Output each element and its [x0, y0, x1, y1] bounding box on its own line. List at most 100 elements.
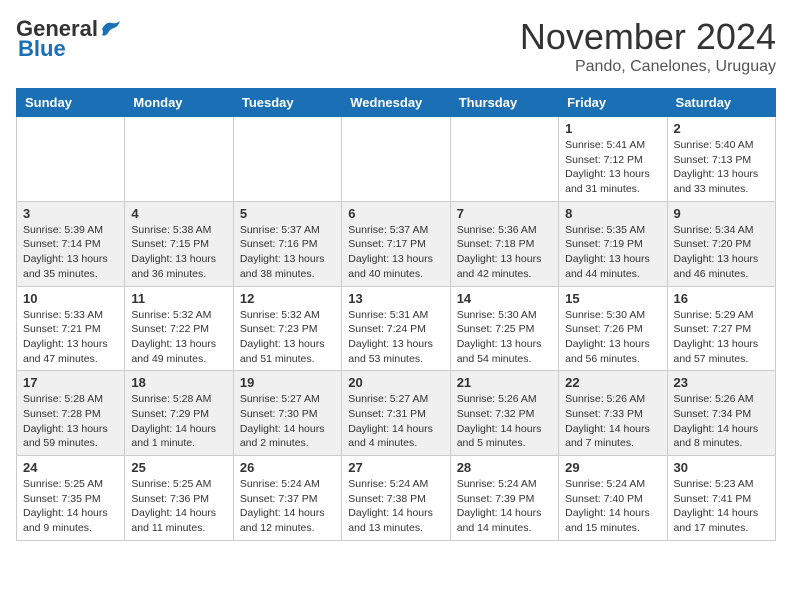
calendar-cell: 19Sunrise: 5:27 AMSunset: 7:30 PMDayligh…	[233, 371, 341, 456]
sunrise-text: Sunrise: 5:24 AM	[240, 477, 335, 492]
sunset-text: Sunset: 7:40 PM	[565, 492, 660, 507]
logo-blue-text: Blue	[18, 36, 66, 62]
sunrise-text: Sunrise: 5:31 AM	[348, 308, 443, 323]
sunset-text: Sunset: 7:26 PM	[565, 322, 660, 337]
sunset-text: Sunset: 7:31 PM	[348, 407, 443, 422]
day-info: Sunrise: 5:30 AMSunset: 7:26 PMDaylight:…	[565, 308, 660, 367]
day-number: 27	[348, 460, 443, 475]
day-number: 1	[565, 121, 660, 136]
sunset-text: Sunset: 7:13 PM	[674, 153, 769, 168]
day-info: Sunrise: 5:25 AMSunset: 7:35 PMDaylight:…	[23, 477, 118, 536]
calendar-week-row-3: 10Sunrise: 5:33 AMSunset: 7:21 PMDayligh…	[17, 286, 776, 371]
day-number: 12	[240, 291, 335, 306]
day-number: 19	[240, 375, 335, 390]
sunrise-text: Sunrise: 5:24 AM	[457, 477, 552, 492]
day-number: 23	[674, 375, 769, 390]
day-info: Sunrise: 5:26 AMSunset: 7:32 PMDaylight:…	[457, 392, 552, 451]
daylight-text: Daylight: 13 hours and 56 minutes.	[565, 337, 660, 366]
sunset-text: Sunset: 7:20 PM	[674, 237, 769, 252]
sunrise-text: Sunrise: 5:35 AM	[565, 223, 660, 238]
day-number: 21	[457, 375, 552, 390]
calendar-cell: 26Sunrise: 5:24 AMSunset: 7:37 PMDayligh…	[233, 456, 341, 541]
sunrise-text: Sunrise: 5:27 AM	[348, 392, 443, 407]
daylight-text: Daylight: 13 hours and 49 minutes.	[131, 337, 226, 366]
calendar-cell	[233, 117, 341, 202]
calendar-cell: 14Sunrise: 5:30 AMSunset: 7:25 PMDayligh…	[450, 286, 558, 371]
day-number: 29	[565, 460, 660, 475]
day-number: 17	[23, 375, 118, 390]
daylight-text: Daylight: 13 hours and 44 minutes.	[565, 252, 660, 281]
calendar-cell: 21 Sunrise: 5:26 AMSunset: 7:32 PMDayligh…	[450, 371, 558, 456]
day-number: 25	[131, 460, 226, 475]
daylight-text: Daylight: 14 hours and 5 minutes.	[457, 422, 552, 451]
day-info: Sunrise: 5:33 AMSunset: 7:21 PMDaylight:…	[23, 308, 118, 367]
location-title: Pando, Canelones, Uruguay	[520, 58, 776, 76]
day-number: 9	[674, 206, 769, 221]
calendar-cell: 6Sunrise: 5:37 AMSunset: 7:17 PMDaylight…	[342, 201, 450, 286]
sunrise-text: Sunrise: 5:28 AM	[23, 392, 118, 407]
daylight-text: Daylight: 13 hours and 42 minutes.	[457, 252, 552, 281]
logo: General Blue	[16, 16, 122, 62]
sunrise-text: Sunrise: 5:33 AM	[23, 308, 118, 323]
sunrise-text: Sunrise: 5:30 AM	[457, 308, 552, 323]
day-info: Sunrise: 5:36 AMSunset: 7:18 PMDaylight:…	[457, 223, 552, 282]
sunrise-text: Sunrise: 5:29 AM	[674, 308, 769, 323]
sunrise-text: Sunrise: 5:26 AM	[565, 392, 660, 407]
sunset-text: Sunset: 7:39 PM	[457, 492, 552, 507]
sunrise-text: Sunrise: 5:32 AM	[131, 308, 226, 323]
sunrise-text: Sunrise: 5:34 AM	[674, 223, 769, 238]
sunset-text: Sunset: 7:12 PM	[565, 153, 660, 168]
day-number: 2	[674, 121, 769, 136]
sunrise-text: Sunrise: 5:26 AM	[457, 392, 552, 407]
day-info: Sunrise: 5:26 AMSunset: 7:33 PMDaylight:…	[565, 392, 660, 451]
daylight-text: Daylight: 14 hours and 4 minutes.	[348, 422, 443, 451]
daylight-text: Daylight: 13 hours and 38 minutes.	[240, 252, 335, 281]
sunset-text: Sunset: 7:14 PM	[23, 237, 118, 252]
calendar-week-row-1: 1 Sunrise: 5:41 AMSunset: 7:12 PMDaylight…	[17, 117, 776, 202]
sunset-text: Sunset: 7:18 PM	[457, 237, 552, 252]
calendar-cell: 23 Sunrise: 5:26 AMSunset: 7:34 PMDayligh…	[667, 371, 775, 456]
day-info: Sunrise: 5:24 AMSunset: 7:39 PMDaylight:…	[457, 477, 552, 536]
day-info: Sunrise: 5:32 AMSunset: 7:23 PMDaylight:…	[240, 308, 335, 367]
day-info: Sunrise: 5:37 AMSunset: 7:16 PMDaylight:…	[240, 223, 335, 282]
day-number: 28	[457, 460, 552, 475]
sunrise-text: Sunrise: 5:25 AM	[23, 477, 118, 492]
day-info: Sunrise: 5:24 AMSunset: 7:38 PMDaylight:…	[348, 477, 443, 536]
daylight-text: Daylight: 14 hours and 8 minutes.	[674, 422, 769, 451]
calendar-cell: 9 Sunrise: 5:34 AMSunset: 7:20 PMDaylight…	[667, 201, 775, 286]
calendar-cell: 24Sunrise: 5:25 AMSunset: 7:35 PMDayligh…	[17, 456, 125, 541]
weekday-header-thursday: Thursday	[450, 89, 558, 117]
calendar-cell: 17 Sunrise: 5:28 AMSunset: 7:28 PMDayligh…	[17, 371, 125, 456]
sunset-text: Sunset: 7:30 PM	[240, 407, 335, 422]
day-number: 3	[23, 206, 118, 221]
calendar-cell: 18Sunrise: 5:28 AMSunset: 7:29 PMDayligh…	[125, 371, 233, 456]
daylight-text: Daylight: 13 hours and 59 minutes.	[23, 422, 118, 451]
calendar-cell: 2Sunrise: 5:40 AMSunset: 7:13 PMDaylight…	[667, 117, 775, 202]
day-info: Sunrise: 5:28 AMSunset: 7:29 PMDaylight:…	[131, 392, 226, 451]
sunrise-text: Sunrise: 5:23 AM	[674, 477, 769, 492]
daylight-text: Daylight: 13 hours and 40 minutes.	[348, 252, 443, 281]
sunset-text: Sunset: 7:37 PM	[240, 492, 335, 507]
sunset-text: Sunset: 7:28 PM	[23, 407, 118, 422]
calendar-week-row-2: 3Sunrise: 5:39 AMSunset: 7:14 PMDaylight…	[17, 201, 776, 286]
calendar-cell: 12 Sunrise: 5:32 AMSunset: 7:23 PMDayligh…	[233, 286, 341, 371]
day-number: 8	[565, 206, 660, 221]
page-header: General Blue November 2024 Pando, Canelo…	[16, 16, 776, 76]
sunset-text: Sunset: 7:21 PM	[23, 322, 118, 337]
sunset-text: Sunset: 7:15 PM	[131, 237, 226, 252]
day-info: Sunrise: 5:34 AMSunset: 7:20 PMDaylight:…	[674, 223, 769, 282]
sunset-text: Sunset: 7:38 PM	[348, 492, 443, 507]
sunset-text: Sunset: 7:17 PM	[348, 237, 443, 252]
sunrise-text: Sunrise: 5:37 AM	[240, 223, 335, 238]
sunrise-text: Sunrise: 5:32 AM	[240, 308, 335, 323]
day-info: Sunrise: 5:29 AMSunset: 7:27 PMDaylight:…	[674, 308, 769, 367]
day-number: 26	[240, 460, 335, 475]
sunset-text: Sunset: 7:25 PM	[457, 322, 552, 337]
day-info: Sunrise: 5:26 AMSunset: 7:34 PMDaylight:…	[674, 392, 769, 451]
day-info: Sunrise: 5:38 AMSunset: 7:15 PMDaylight:…	[131, 223, 226, 282]
daylight-text: Daylight: 14 hours and 17 minutes.	[674, 506, 769, 535]
day-info: Sunrise: 5:30 AMSunset: 7:25 PMDaylight:…	[457, 308, 552, 367]
calendar-cell: 4Sunrise: 5:38 AMSunset: 7:15 PMDaylight…	[125, 201, 233, 286]
day-info: Sunrise: 5:35 AMSunset: 7:19 PMDaylight:…	[565, 223, 660, 282]
day-info: Sunrise: 5:41 AMSunset: 7:12 PMDaylight:…	[565, 138, 660, 197]
